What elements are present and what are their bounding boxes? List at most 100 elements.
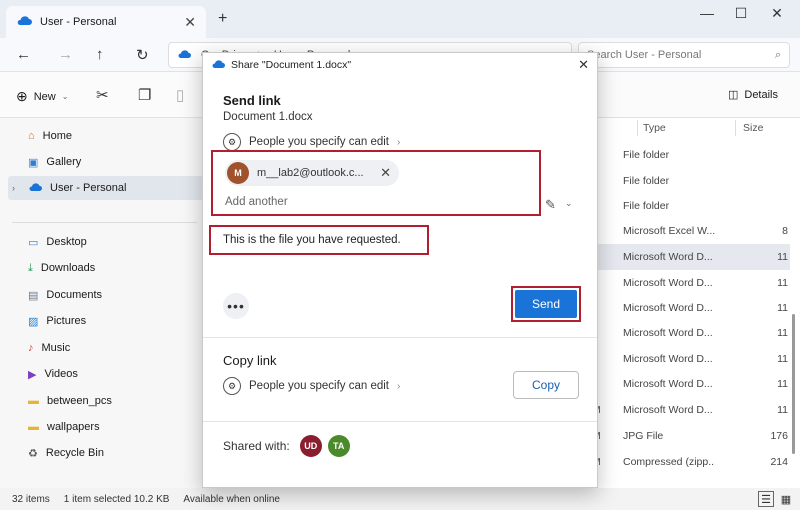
table-row[interactable]: IMicrosoft Word D...11 xyxy=(585,295,790,321)
copy-permission-selector[interactable]: ⚙ People you specify can edit › xyxy=(223,377,400,395)
sidebar-item-label: Desktop xyxy=(46,236,87,248)
sidebar-item-home[interactable]: ⌂ Home xyxy=(8,124,203,148)
sidebar-item-recycle-bin[interactable]: ♻ Recycle Bin xyxy=(8,441,203,465)
dialog-title-bar: Share "Document 1.docx" xyxy=(203,53,597,77)
new-tab-button[interactable]: + xyxy=(218,10,227,28)
sidebar-item-wallpapers[interactable]: ▬ wallpapers xyxy=(8,415,203,439)
tab-user-personal[interactable]: User - Personal ✕ xyxy=(6,6,206,38)
table-row[interactable]: AMJPG File176 xyxy=(585,423,790,449)
sidebar-item-label: Gallery xyxy=(46,156,82,168)
copy-icon[interactable]: ❐ xyxy=(138,86,151,104)
dialog-title: Share "Document 1.docx" xyxy=(231,59,352,71)
table-row[interactable]: IMicrosoft Word D...11 xyxy=(585,270,790,296)
more-options-button[interactable]: ••• xyxy=(223,293,249,319)
recipients-field[interactable]: M m__lab2@outlook.c... ✕ Add another xyxy=(211,150,541,216)
column-divider xyxy=(637,120,638,136)
send-permission-selector[interactable]: ⚙ People you specify can edit › xyxy=(223,133,400,151)
table-row[interactable]: IMicrosoft Excel W...8 xyxy=(585,218,790,244)
close-tab-icon[interactable]: ✕ xyxy=(184,14,196,31)
sidebar-item-videos[interactable]: ▶ Videos xyxy=(8,362,203,386)
table-row[interactable]: MFile folder xyxy=(585,168,790,194)
maximize-button[interactable]: ☐ xyxy=(726,5,756,22)
column-header-size[interactable]: Size xyxy=(743,122,763,134)
minimize-button[interactable]: — xyxy=(692,5,722,21)
details-view-icon[interactable]: ☰ xyxy=(758,491,774,507)
close-window-button[interactable]: ✕ xyxy=(762,5,792,22)
plus-circle-icon: ⊕ xyxy=(16,88,28,104)
avatar: M xyxy=(227,162,249,184)
column-header-type[interactable]: Type xyxy=(643,122,666,134)
availability-status: Available when online xyxy=(183,493,280,505)
edit-permission-icon[interactable]: ✎ xyxy=(545,197,556,213)
chevron-right-icon: › xyxy=(397,136,401,148)
table-row[interactable]: MFile folder xyxy=(585,193,790,219)
permission-label: People you specify can edit xyxy=(249,136,390,148)
table-row-selected[interactable]: IMicrosoft Word D...11 xyxy=(585,244,790,270)
onedrive-icon xyxy=(16,15,32,29)
remove-recipient-icon[interactable]: ✕ xyxy=(380,165,399,181)
shared-with-row: Shared with: UD TA xyxy=(223,435,350,457)
onedrive-icon xyxy=(177,49,191,62)
sidebar-item-label: Recycle Bin xyxy=(45,447,104,459)
tiles-view-icon[interactable]: ▦ xyxy=(778,491,794,507)
back-icon[interactable]: ← xyxy=(16,46,31,63)
vertical-scrollbar[interactable] xyxy=(792,314,795,454)
size-cell: 176 xyxy=(770,430,788,442)
cut-icon[interactable]: ✂ xyxy=(96,86,109,104)
search-input[interactable]: Search User - Personal ⌕ xyxy=(578,42,790,68)
size-cell: 11 xyxy=(777,327,788,339)
paste-icon[interactable]: ▯ xyxy=(176,86,184,104)
send-button[interactable]: Send xyxy=(515,290,577,318)
copy-button[interactable]: Copy xyxy=(513,371,579,399)
type-cell: File folder xyxy=(623,149,670,161)
refresh-icon[interactable]: ↻ xyxy=(136,46,149,64)
document-name: Document 1.docx xyxy=(223,111,313,123)
type-cell: File folder xyxy=(623,200,670,212)
status-bar: 32 items 1 item selected 10.2 KB Availab… xyxy=(0,488,800,510)
documents-icon: ▤ xyxy=(28,289,39,302)
table-row[interactable]: IMicrosoft Word D...11 xyxy=(585,371,790,397)
avatar[interactable]: UD xyxy=(299,435,322,457)
sidebar-item-label: Videos xyxy=(44,368,78,380)
chevron-down-icon[interactable]: ⌄ xyxy=(565,198,573,209)
send-link-heading: Send link xyxy=(223,93,281,108)
tab-label: User - Personal xyxy=(40,16,117,28)
type-cell: Microsoft Word D... xyxy=(623,277,713,289)
send-button-highlight: Send xyxy=(511,286,581,322)
sidebar-item-gallery[interactable]: ▣ Gallery xyxy=(8,150,203,174)
chevron-right-icon: › xyxy=(397,380,401,392)
sidebar-item-between-pcs[interactable]: ▬ between_pcs xyxy=(8,389,203,413)
permission-label: People you specify can edit xyxy=(249,380,390,392)
recipient-chip[interactable]: M m__lab2@outlook.c... ✕ xyxy=(225,160,399,186)
sidebar-item-downloads[interactable]: ⤓ Downloads xyxy=(8,256,203,280)
table-row[interactable]: MFile folder xyxy=(585,142,790,168)
forward-icon[interactable]: → xyxy=(58,46,73,63)
add-another-input[interactable]: Add another xyxy=(225,196,288,208)
sidebar-item-label: Music xyxy=(41,342,71,354)
column-divider xyxy=(735,120,736,136)
sidebar-item-music[interactable]: ♪ Music xyxy=(8,336,203,360)
sidebar-item-user-personal[interactable]: › User - Personal xyxy=(8,176,203,200)
sidebar-item-label: Home xyxy=(42,130,72,142)
sidebar-item-pictures[interactable]: ▨ Pictures xyxy=(8,309,203,333)
type-cell: Microsoft Word D... xyxy=(623,404,713,416)
details-button[interactable]: ◫ Details xyxy=(728,88,778,102)
copy-link-heading: Copy link xyxy=(223,353,277,368)
title-bar: User - Personal ✕ + — ☐ ✕ xyxy=(0,0,800,38)
type-cell: Microsoft Word D... xyxy=(623,327,713,339)
close-dialog-button[interactable]: ✕ xyxy=(578,57,589,73)
up-icon[interactable]: ↑ xyxy=(96,46,104,63)
onedrive-icon xyxy=(28,182,42,195)
new-button[interactable]: ⊕ New ⌄ xyxy=(16,88,68,105)
message-field[interactable]: This is the file you have requested. xyxy=(209,225,429,255)
avatar[interactable]: TA xyxy=(327,435,350,457)
table-row[interactable]: IMicrosoft Word D...11 xyxy=(585,320,790,346)
table-row[interactable]: AMCompressed (zipp...214 xyxy=(585,449,790,475)
sidebar-item-desktop[interactable]: ▭ Desktop xyxy=(8,230,203,254)
table-row[interactable]: AMMicrosoft Word D...11 xyxy=(585,397,790,423)
table-row[interactable]: IMicrosoft Word D...11 xyxy=(585,346,790,372)
chevron-right-icon[interactable]: › xyxy=(12,183,15,193)
sidebar-item-label: Downloads xyxy=(40,262,96,274)
sidebar-item-documents[interactable]: ▤ Documents xyxy=(8,283,203,307)
people-settings-icon: ⚙ xyxy=(223,133,241,151)
